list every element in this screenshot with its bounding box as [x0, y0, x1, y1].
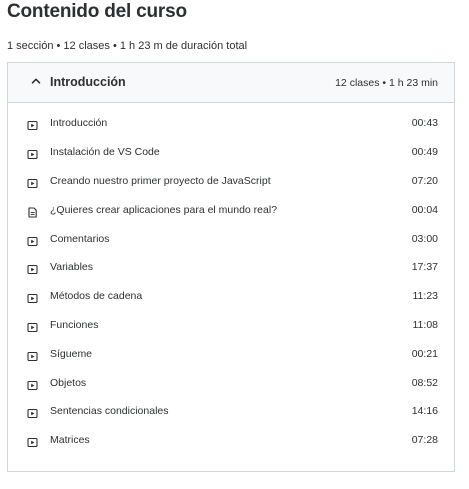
- lecture-title[interactable]: Instalación de VS Code: [50, 146, 160, 158]
- lecture-title[interactable]: Comentarios: [50, 233, 110, 245]
- lecture-title[interactable]: Introducción: [50, 117, 107, 129]
- lecture-duration: 07:28: [411, 434, 438, 446]
- course-summary: 1 sección • 12 clases • 1 h 23 m de dura…: [7, 40, 248, 52]
- course-section: Introducción 12 clases • 1 h 23 min Intr…: [7, 62, 455, 472]
- video-icon: [27, 234, 38, 247]
- lecture-title[interactable]: Métodos de cadena: [50, 290, 142, 302]
- lecture-title[interactable]: Objetos: [50, 377, 86, 389]
- video-icon: [27, 349, 38, 362]
- lecture-item[interactable]: Sígueme 00:21: [8, 346, 454, 364]
- video-icon: [27, 147, 38, 160]
- chevron-up-icon: [31, 78, 41, 84]
- lecture-duration: 08:52: [411, 377, 438, 389]
- lecture-title[interactable]: Sígueme: [50, 348, 92, 360]
- section-header[interactable]: Introducción 12 clases • 1 h 23 min: [8, 63, 454, 103]
- lecture-title[interactable]: Creando nuestro primer proyecto de JavaS…: [50, 175, 271, 187]
- lecture-item[interactable]: Comentarios 03:00: [8, 231, 454, 249]
- lecture-duration: 17:37: [411, 261, 438, 273]
- video-icon: [27, 118, 38, 131]
- lecture-item[interactable]: Objetos 08:52: [8, 375, 454, 393]
- lecture-title[interactable]: Sentencias condicionales: [50, 405, 169, 417]
- lecture-duration: 00:04: [411, 204, 438, 216]
- lecture-item[interactable]: Instalación de VS Code 00:49: [8, 144, 454, 162]
- lecture-item[interactable]: Funciones 11:08: [8, 317, 454, 335]
- video-icon: [27, 320, 38, 333]
- lecture-duration: 03:00: [411, 233, 438, 245]
- lecture-duration: 11:23: [412, 290, 439, 302]
- lecture-duration: 00:21: [411, 348, 438, 360]
- lecture-item[interactable]: Introducción 00:43: [8, 115, 454, 133]
- lecture-duration: 07:20: [411, 175, 438, 187]
- lecture-item[interactable]: ¿Quieres crear aplicaciones para el mund…: [8, 202, 454, 220]
- lecture-item[interactable]: Variables 17:37: [8, 259, 454, 277]
- section-meta: 12 clases • 1 h 23 min: [335, 77, 438, 89]
- page-title: Contenido del curso: [7, 1, 187, 22]
- lecture-item[interactable]: Sentencias condicionales 14:16: [8, 403, 454, 421]
- video-icon: [27, 406, 38, 419]
- lecture-duration: 14:16: [411, 405, 438, 417]
- lecture-title[interactable]: Matrices: [50, 434, 90, 446]
- lecture-item[interactable]: Creando nuestro primer proyecto de JavaS…: [8, 173, 454, 191]
- video-icon: [27, 378, 38, 391]
- lecture-duration: 11:08: [412, 319, 439, 331]
- article-icon: [27, 205, 38, 218]
- video-icon: [27, 435, 38, 448]
- video-icon: [27, 291, 38, 304]
- video-icon: [27, 176, 38, 189]
- lecture-title[interactable]: Variables: [50, 261, 93, 273]
- lecture-title[interactable]: ¿Quieres crear aplicaciones para el mund…: [50, 204, 277, 216]
- lecture-duration: 00:43: [411, 117, 438, 129]
- section-title: Introducción: [50, 75, 126, 89]
- lecture-title[interactable]: Funciones: [50, 319, 98, 331]
- video-icon: [27, 262, 38, 275]
- lecture-duration: 00:49: [411, 146, 438, 158]
- lecture-item[interactable]: Métodos de cadena 11:23: [8, 288, 454, 306]
- lecture-item[interactable]: Matrices 07:28: [8, 432, 454, 450]
